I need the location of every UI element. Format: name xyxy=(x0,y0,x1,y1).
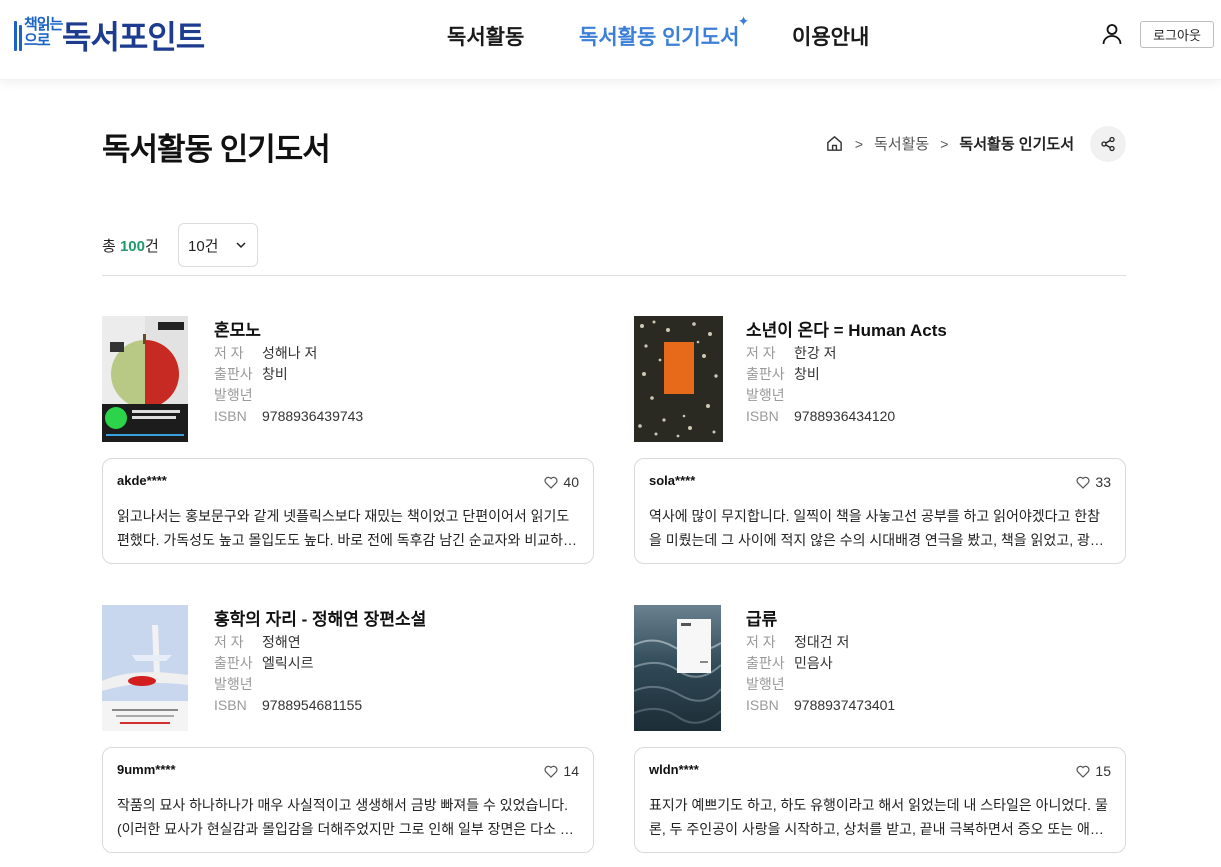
isbn-label: ISBN xyxy=(214,697,247,713)
divider xyxy=(102,275,1126,276)
review-card[interactable]: wldn**** 15 표지가 예쁘기도 하고, 하도 유행이라고 해서 읽었는… xyxy=(634,747,1126,853)
nav-popular-books-label: 독서활동 인기도서 xyxy=(579,26,740,49)
book-author: 성해나 저 xyxy=(262,345,318,361)
like-number: 14 xyxy=(563,763,579,779)
like-count[interactable]: 14 xyxy=(544,763,579,779)
nav-reading-activity[interactable]: 독서활동 xyxy=(447,21,524,51)
like-number: 40 xyxy=(563,474,579,490)
isbn-label: ISBN xyxy=(214,408,247,424)
author-label: 저 자 xyxy=(214,345,244,361)
total-suffix: 건 xyxy=(145,238,159,255)
total-prefix: 총 xyxy=(102,238,120,255)
logout-button[interactable]: 로그아웃 xyxy=(1140,21,1214,48)
author-label: 저 자 xyxy=(746,345,776,361)
heart-icon xyxy=(544,765,558,778)
year-label: 발행년 xyxy=(746,676,785,692)
book-publisher: 창비 xyxy=(794,366,820,382)
review-user: akde**** xyxy=(117,473,167,488)
review-user: 9umm**** xyxy=(117,762,176,777)
site-header: 책읽는 으로 독서포인트 독서활동 독서활동 인기도서 ✦ 이용안내 로그아웃 xyxy=(0,0,1221,80)
book-card[interactable]: 혼모노 저 자 성해나 저 출판사 창비 발행년 ISBN 9788936439743… xyxy=(102,316,594,564)
like-count[interactable]: 40 xyxy=(544,474,579,490)
share-icon xyxy=(1101,136,1115,152)
book-isbn: 9788954681155 xyxy=(262,697,363,713)
publisher-label: 출판사 xyxy=(746,655,785,671)
publisher-label: 출판사 xyxy=(214,366,253,382)
book-card[interactable]: 소년이 온다 = Human Acts 저 자 한강 저 출판사 창비 발행년 IS… xyxy=(634,316,1126,564)
user-icon[interactable] xyxy=(1100,22,1124,46)
book-title[interactable]: 급류 xyxy=(746,605,1126,629)
chevron-right-icon: > xyxy=(854,135,864,152)
total-number: 100 xyxy=(119,238,145,255)
book-publisher: 민음사 xyxy=(794,655,833,671)
book-info: 혼모노 저 자 성해나 저 출판사 창비 발행년 ISBN 9788936439743 xyxy=(214,316,594,427)
book-isbn: 9788936434120 xyxy=(794,408,896,424)
review-user: sola**** xyxy=(649,473,696,488)
year-label: 발행년 xyxy=(214,387,253,403)
like-number: 15 xyxy=(1095,763,1111,779)
book-title[interactable]: 혼모노 xyxy=(214,316,594,340)
book-cover[interactable] xyxy=(102,316,188,442)
author-label: 저 자 xyxy=(746,634,776,650)
breadcrumb-current: 독서활동 인기도서 xyxy=(959,136,1074,153)
page-title: 독서활동 인기도서 xyxy=(102,132,331,167)
book-publisher: 엘릭시르 xyxy=(262,655,314,671)
isbn-label: ISBN xyxy=(746,697,779,713)
year-label: 발행년 xyxy=(746,387,785,403)
book-cover[interactable] xyxy=(102,605,188,731)
heart-icon xyxy=(1076,476,1090,489)
review-user: wldn**** xyxy=(649,762,699,777)
book-publisher: 창비 xyxy=(262,366,288,382)
review-text: 작품의 묘사 하나하나가 매우 사실적이고 생생해서 금방 빠져들 수 있었습니… xyxy=(117,797,573,837)
like-count[interactable]: 33 xyxy=(1076,474,1111,490)
book-isbn: 9788937473401 xyxy=(794,697,896,713)
publisher-label: 출판사 xyxy=(746,366,785,382)
heart-icon xyxy=(544,476,558,489)
book-info: 홍학의 자리 - 정해연 장편소설 저 자 정해연 출판사 엘릭시르 발행년 ISB… xyxy=(214,605,594,716)
book-author: 한강 저 xyxy=(794,345,837,361)
review-card[interactable]: sola**** 33 역사에 많이 무지합니다. 일찍이 책을 사놓고선 공부… xyxy=(634,458,1126,564)
book-author: 정대건 저 xyxy=(794,634,850,650)
breadcrumb-reading-activity[interactable]: 독서활동 xyxy=(874,133,929,154)
review-text: 표지가 예쁘기도 하고, 하도 유행이라고 해서 읽었는데 내 스타일은 아니었… xyxy=(649,797,1108,837)
book-cover[interactable] xyxy=(634,316,723,442)
book-title[interactable]: 홍학의 자리 - 정해연 장편소설 xyxy=(214,605,594,629)
like-count[interactable]: 15 xyxy=(1076,763,1111,779)
nav-popular-books[interactable]: 독서활동 인기도서 ✦ xyxy=(579,13,749,51)
book-card[interactable]: 급류 저 자 정대건 저 출판사 민음사 발행년 ISBN 9788937473401… xyxy=(634,605,1126,853)
review-card[interactable]: 9umm**** 14 작품의 묘사 하나하나가 매우 사실적이고 생생해서 금… xyxy=(102,747,594,853)
main-nav: 독서활동 독서활동 인기도서 ✦ 이용안내 xyxy=(0,13,1221,51)
book-isbn: 9788936439743 xyxy=(262,408,364,424)
review-text: 역사에 많이 무지합니다. 일찍이 책을 사놓고선 공부를 하고 읽어야겠다고 … xyxy=(649,508,1103,548)
share-button[interactable] xyxy=(1090,126,1126,162)
book-info: 소년이 온다 = Human Acts 저 자 한강 저 출판사 창비 발행년 IS… xyxy=(746,316,1126,427)
book-info: 급류 저 자 정대건 저 출판사 민음사 발행년 ISBN 9788937473401 xyxy=(746,605,1126,716)
book-author: 정해연 xyxy=(262,634,301,650)
page-size-select[interactable]: 10건 xyxy=(178,223,258,267)
review-text: 읽고나서는 홍보문구와 같게 넷플릭스보다 재밌는 책이었고 단편이어서 읽기도… xyxy=(117,508,576,548)
book-title[interactable]: 소년이 온다 = Human Acts xyxy=(746,316,1126,340)
book-card[interactable]: 홍학의 자리 - 정해연 장편소설 저 자 정해연 출판사 엘릭시르 발행년 ISB… xyxy=(102,605,594,853)
total-count: 총 100건 xyxy=(102,235,159,256)
isbn-label: ISBN xyxy=(746,408,779,424)
author-label: 저 자 xyxy=(214,634,244,650)
publisher-label: 출판사 xyxy=(214,655,253,671)
chevron-right-icon: > xyxy=(940,135,949,152)
year-label: 발행년 xyxy=(214,676,253,692)
review-card[interactable]: akde**** 40 읽고나서는 홍보문구와 같게 넷플릭스보다 재밌는 책이… xyxy=(102,458,594,564)
breadcrumb: > 독서활동 > 독서활동 인기도서 xyxy=(825,133,1074,154)
book-cover[interactable] xyxy=(634,605,721,731)
like-number: 33 xyxy=(1095,474,1111,490)
page-size-value: 10건 xyxy=(188,237,219,255)
home-icon[interactable] xyxy=(825,134,844,153)
heart-icon xyxy=(1076,765,1090,778)
sparkle-icon: ✦ xyxy=(737,13,750,29)
nav-guide[interactable]: 이용안내 xyxy=(792,21,869,51)
chevron-down-icon xyxy=(236,242,246,249)
